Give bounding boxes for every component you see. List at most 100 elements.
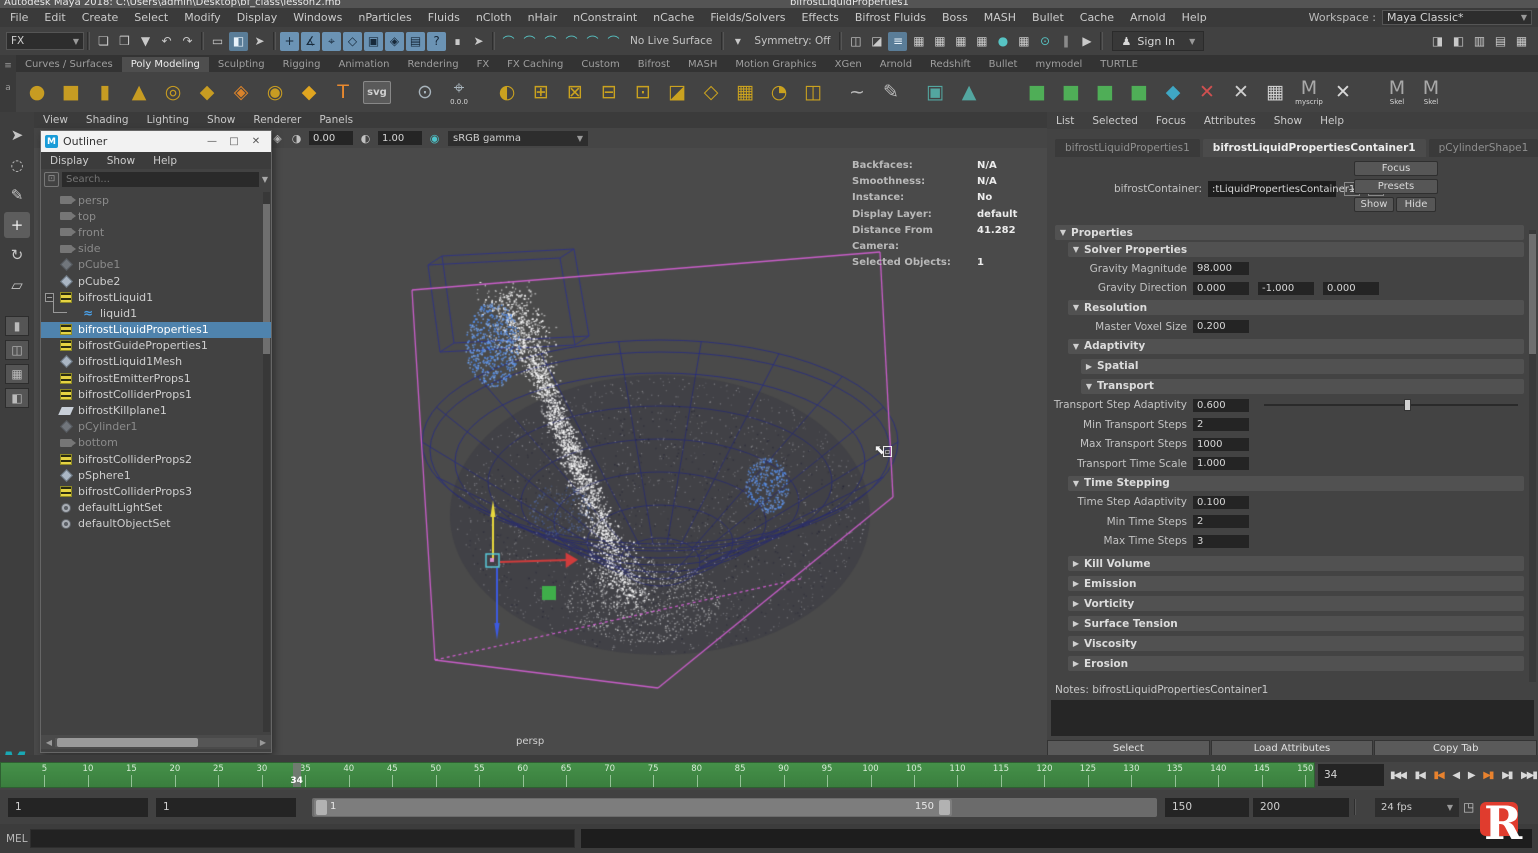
copy-tab-button[interactable]: Copy Tab bbox=[1374, 740, 1537, 756]
layout-two-pane[interactable]: ◫ bbox=[5, 340, 29, 360]
freeze-icon[interactable]: ✕ bbox=[1226, 77, 1256, 107]
playback-start-field[interactable]: 1 bbox=[156, 798, 296, 817]
rebuild-icon[interactable]: ⌒ bbox=[604, 32, 623, 51]
section-expander-icon[interactable]: ▶ bbox=[1068, 639, 1084, 648]
outliner-item-bifrostKillplane1[interactable]: bifrostKillplane1 bbox=[41, 402, 271, 418]
ae-menu-selected[interactable]: Selected bbox=[1083, 115, 1147, 127]
menu-edit[interactable]: Edit bbox=[36, 10, 73, 25]
color-managed-icon[interactable]: ◉ bbox=[426, 130, 443, 146]
select-tool[interactable]: ➤ bbox=[4, 122, 30, 148]
snap-plane-icon[interactable]: ◇ bbox=[343, 32, 362, 51]
section-expander-icon[interactable]: ▼ bbox=[1068, 303, 1084, 312]
poly-cylinder-icon[interactable]: ▮ bbox=[90, 77, 120, 107]
focus-button[interactable]: Focus bbox=[1354, 161, 1438, 176]
shelf-tab-sculpting[interactable]: Sculpting bbox=[209, 57, 274, 72]
presets-button[interactable]: Presets bbox=[1354, 179, 1438, 194]
section-header-erosion[interactable]: ▶Erosion bbox=[1068, 656, 1524, 671]
animation-end-field[interactable]: 200 bbox=[1253, 798, 1349, 817]
bake-4-icon[interactable]: ■ bbox=[1124, 77, 1154, 107]
outliner-item-bifrostGuideProperties1[interactable]: bifrostGuideProperties1 bbox=[41, 338, 271, 354]
outliner-item-bottom[interactable]: bottom bbox=[41, 435, 271, 451]
shelf-tab-fx-caching[interactable]: FX Caching bbox=[498, 57, 572, 72]
menu-set-selector[interactable]: FX ▼ bbox=[6, 32, 84, 50]
menu-nhair[interactable]: nHair bbox=[520, 10, 566, 25]
bake-3-icon[interactable]: ■ bbox=[1090, 77, 1120, 107]
shelf-tab-bifrost[interactable]: Bifrost bbox=[629, 57, 679, 72]
shelf-tab-mymodel[interactable]: mymodel bbox=[1026, 57, 1091, 72]
display-4-icon[interactable]: ▦ bbox=[972, 32, 991, 51]
poly-platonic-icon[interactable]: ◉ bbox=[260, 77, 290, 107]
ae-menu-attributes[interactable]: Attributes bbox=[1195, 115, 1265, 127]
menu-fluids[interactable]: Fluids bbox=[420, 10, 468, 25]
animation-start-field[interactable]: 1 bbox=[8, 798, 148, 817]
outliner-item-bifrostColliderProps3[interactable]: bifrostColliderProps3 bbox=[41, 483, 271, 499]
menu-create[interactable]: Create bbox=[74, 10, 127, 25]
section-expander-icon[interactable]: ▼ bbox=[1081, 382, 1097, 391]
bridge-icon[interactable]: ⊡ bbox=[628, 77, 658, 107]
attribute-field-time-step-adaptivity[interactable]: 0.100 bbox=[1193, 496, 1249, 509]
select-hierarchy-icon[interactable]: ▭ bbox=[208, 32, 227, 51]
select-object-icon[interactable]: ◧ bbox=[229, 32, 248, 51]
symmetry-selector[interactable]: Symmetry: Off bbox=[748, 35, 836, 47]
shelf-tab-redshift[interactable]: Redshift bbox=[921, 57, 980, 72]
poly-cone-icon[interactable]: ▲ bbox=[124, 77, 154, 107]
shelf-tab-turtle[interactable]: TURTLE bbox=[1091, 57, 1147, 72]
cross-tool-icon[interactable]: ✕ bbox=[1328, 77, 1358, 107]
channel-box-toggle-icon[interactable]: ▦ bbox=[1512, 32, 1531, 51]
paint-select-tool[interactable]: ✎ bbox=[4, 182, 30, 208]
lock-icon[interactable]: ∎ bbox=[448, 32, 467, 51]
shelf-tab-bullet[interactable]: Bullet bbox=[980, 57, 1027, 72]
section-header-time-stepping[interactable]: ▼Time Stepping bbox=[1068, 476, 1524, 491]
outliner-item-bifrostColliderProps1[interactable]: bifrostColliderProps1 bbox=[41, 386, 271, 402]
snap-grid-icon[interactable]: + bbox=[280, 32, 299, 51]
fps-selector[interactable]: 24 fps ▼ bbox=[1375, 798, 1459, 817]
outliner-item-persp[interactable]: persp bbox=[41, 192, 271, 208]
output-node-icon[interactable]: ⌒ bbox=[562, 32, 581, 51]
highlight-select-icon[interactable]: ➤ bbox=[469, 32, 488, 51]
outliner-item-defaultLightSet[interactable]: defaultLightSet bbox=[41, 500, 271, 516]
boolean-icon[interactable]: ⊠ bbox=[560, 77, 590, 107]
myscript-icon[interactable]: Mmyscrip bbox=[1294, 77, 1324, 107]
panel-menu-shading[interactable]: Shading bbox=[77, 114, 138, 126]
step-back-key-button[interactable]: ▮◀ bbox=[1434, 770, 1443, 781]
command-language-toggle[interactable]: MEL bbox=[0, 833, 30, 845]
section-header-transport[interactable]: ▼Transport bbox=[1081, 379, 1524, 394]
attribute-editor-toggle-icon[interactable]: ▥ bbox=[1470, 32, 1489, 51]
section-header-surface-tension[interactable]: ▶Surface Tension bbox=[1068, 616, 1524, 631]
type-tool-icon[interactable]: T bbox=[328, 77, 358, 107]
select-button[interactable]: Select bbox=[1047, 740, 1210, 756]
panel-menu-view[interactable]: View bbox=[34, 114, 77, 126]
menu-bifrost-fluids[interactable]: Bifrost Fluids bbox=[847, 10, 934, 25]
exposure-icon[interactable]: ◑ bbox=[288, 130, 305, 146]
menu-fields-solvers[interactable]: Fields/Solvers bbox=[702, 10, 793, 25]
menu-help[interactable]: Help bbox=[1174, 10, 1215, 25]
workspace-selector[interactable]: Workspace : Maya Classic*▼ bbox=[1309, 8, 1532, 27]
arnold-render-icon[interactable]: ● bbox=[993, 32, 1012, 51]
attribute-field-min-time-steps[interactable]: 2 bbox=[1193, 515, 1249, 528]
display-1-icon[interactable]: ▦ bbox=[909, 32, 928, 51]
menu-mash[interactable]: MASH bbox=[976, 10, 1024, 25]
outliner-horizontal-scrollbar[interactable]: ◀ ▶ bbox=[41, 735, 271, 749]
redo-icon[interactable]: ↷ bbox=[178, 32, 197, 51]
bake-1-icon[interactable]: ■ bbox=[1022, 77, 1052, 107]
bake-2-icon[interactable]: ■ bbox=[1056, 77, 1086, 107]
section-header-viscosity[interactable]: ▶Viscosity bbox=[1068, 636, 1524, 651]
quad-draw-icon[interactable]: ▦ bbox=[730, 77, 760, 107]
shelf-tab-curves-surfaces[interactable]: Curves / Surfaces bbox=[16, 57, 122, 72]
construction-history-icon[interactable]: ⌒ bbox=[541, 32, 560, 51]
section-header-emission[interactable]: ▶Emission bbox=[1068, 576, 1524, 591]
menu-boss[interactable]: Boss bbox=[934, 10, 976, 25]
poly-cube-icon[interactable]: ■ bbox=[56, 77, 86, 107]
attribute-slider[interactable] bbox=[1264, 404, 1518, 406]
delete-history-icon[interactable]: ✕ bbox=[1192, 77, 1222, 107]
outliner-item-liquid1[interactable]: ≈liquid1 bbox=[41, 305, 271, 321]
snap-view-icon[interactable]: ▣ bbox=[364, 32, 383, 51]
section-expander-icon[interactable]: ▶ bbox=[1068, 659, 1084, 668]
panel-menu-show[interactable]: Show bbox=[198, 114, 244, 126]
maximize-button[interactable]: □ bbox=[223, 134, 245, 149]
sphere-uv-icon[interactable]: ◐ bbox=[492, 77, 522, 107]
ae-tab-bifrostLiquidPropertiesContainer1[interactable]: bifrostLiquidPropertiesContainer1 bbox=[1203, 139, 1426, 157]
section-header-properties[interactable]: ▼Properties bbox=[1055, 225, 1524, 240]
shelf-tab-custom[interactable]: Custom bbox=[572, 57, 628, 72]
menu-windows[interactable]: Windows bbox=[285, 10, 350, 25]
